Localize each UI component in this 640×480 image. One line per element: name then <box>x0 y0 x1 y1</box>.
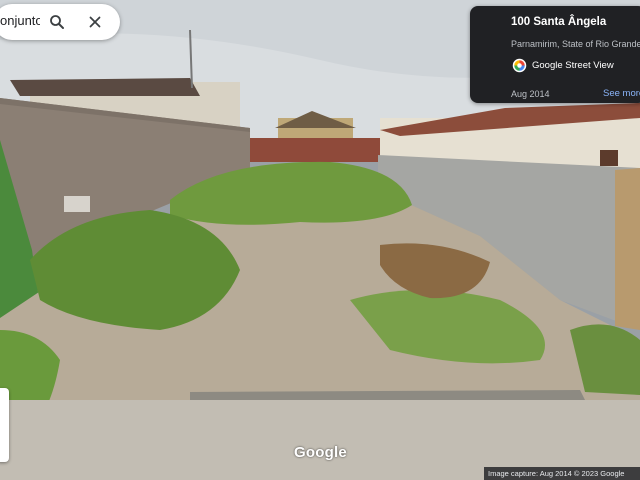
side-control-panel[interactable] <box>0 388 9 462</box>
image-capture-footer: Image capture: Aug 2014 © 2023 Google <box>484 467 640 480</box>
search-icon[interactable] <box>48 13 66 31</box>
search-box[interactable]: onjunto Pi <box>0 4 120 40</box>
close-icon[interactable] <box>86 13 104 31</box>
search-query-text[interactable]: onjunto Pi <box>0 13 40 28</box>
address-subtitle: Parnamirim, State of Rio Grande d <box>511 39 640 49</box>
wall-sign <box>64 196 90 212</box>
house-window <box>600 150 618 166</box>
see-more-link[interactable]: See more <box>603 88 640 99</box>
street-view-label: Google Street View <box>532 60 614 71</box>
image-capture-text: Image capture: Aug 2014 © 2023 Google <box>488 469 625 478</box>
capture-date: Aug 2014 <box>511 89 550 99</box>
right-wall-pillar <box>615 168 640 330</box>
address-title: 100 Santa Ângela <box>511 16 607 28</box>
background-roof-left <box>10 78 200 96</box>
street-view-logo-icon <box>512 58 527 73</box>
location-info-card: 100 Santa Ângela Parnamirim, State of Ri… <box>470 6 640 103</box>
google-logo: Google <box>294 444 347 461</box>
background-wall-red <box>248 138 380 162</box>
